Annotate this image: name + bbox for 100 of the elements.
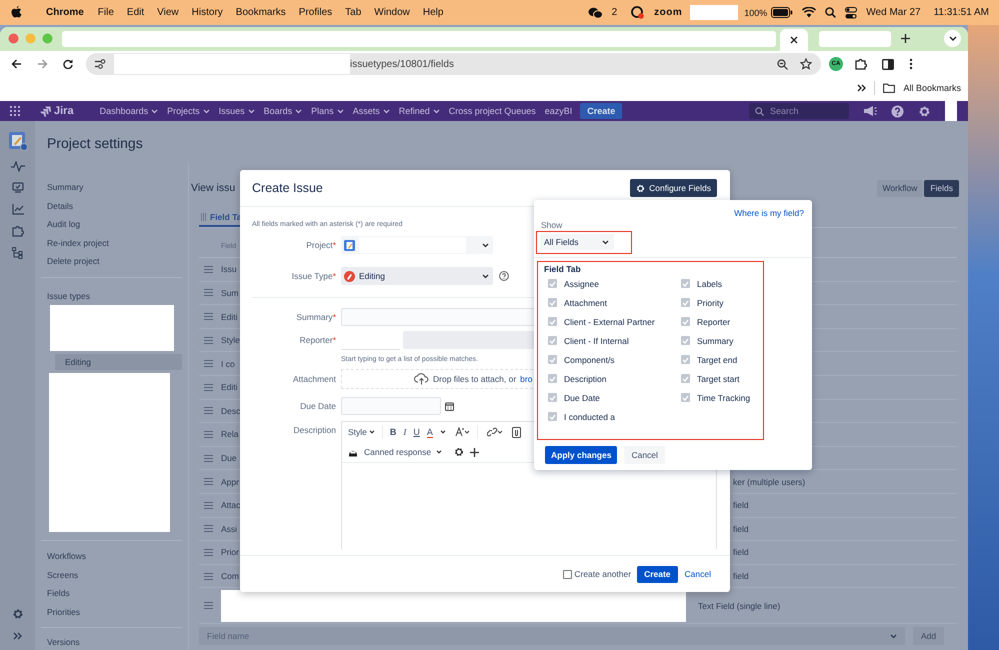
app-status-icon[interactable] [630, 6, 646, 19]
chevron-down-icon[interactable] [948, 36, 956, 42]
folder-icon[interactable] [883, 83, 896, 93]
sidebar-link[interactable]: Versions [47, 634, 188, 650]
site-settings-icon[interactable] [95, 59, 106, 70]
drag-handle-icon[interactable] [204, 478, 213, 486]
checkbox-label[interactable]: Client - External Partner [564, 316, 655, 326]
drag-handle-icon[interactable] [204, 572, 213, 580]
jira-logo-text[interactable]: Jira [54, 105, 74, 118]
megaphone-icon[interactable] [863, 105, 877, 118]
field-checkbox[interactable] [548, 298, 557, 307]
apple-icon[interactable] [11, 6, 22, 19]
field-checkbox[interactable] [681, 336, 690, 345]
search-icon[interactable] [825, 7, 836, 18]
checkbox-label[interactable]: Priority [697, 298, 724, 308]
close-icon[interactable] [790, 36, 798, 44]
drag-handle-icon[interactable] [204, 407, 213, 414]
settings-icon[interactable] [454, 447, 464, 457]
create-button[interactable]: Create [580, 103, 622, 120]
drag-handle-icon[interactable] [204, 336, 213, 344]
format-button[interactable]: U [413, 427, 420, 437]
expand-icon[interactable] [13, 632, 22, 640]
sidebar-link[interactable]: Delete project [47, 252, 188, 271]
menu-item[interactable]: Tab [345, 7, 362, 18]
settings-icon[interactable] [918, 104, 931, 118]
text-effects-icon[interactable] [454, 427, 470, 437]
field-checkbox[interactable] [548, 317, 557, 326]
nav-menu-item[interactable]: Issues [218, 106, 255, 116]
format-button[interactable]: I [403, 427, 406, 437]
drag-handle-icon[interactable] [204, 384, 213, 391]
sidebar-link[interactable]: Priorities [47, 602, 188, 622]
sidebar-link[interactable]: Audit log [47, 215, 188, 234]
sidebar-link[interactable]: Details [47, 196, 188, 216]
nav-menu-item[interactable]: Boards [264, 106, 302, 116]
control-center-icon[interactable] [845, 6, 858, 18]
project-avatar-icon[interactable] [8, 131, 28, 152]
drag-handle-icon[interactable] [204, 313, 213, 320]
battery-icon[interactable] [771, 7, 794, 18]
field-checkbox[interactable] [681, 317, 690, 326]
help-link[interactable]: Where is my field? [734, 208, 804, 218]
plus-icon[interactable] [470, 448, 480, 456]
menu-item[interactable]: Help [422, 7, 444, 18]
checkbox-label[interactable]: Due Date [564, 392, 600, 402]
menu-item[interactable]: Profiles [298, 7, 332, 18]
field-checkbox[interactable] [548, 336, 557, 345]
menu-item[interactable]: Window [374, 7, 410, 18]
checkbox-label[interactable]: Client - If Internal [564, 336, 629, 346]
checkbox-label[interactable]: Labels [697, 278, 722, 288]
puzzle-icon[interactable] [855, 58, 867, 70]
view-toggle-button[interactable]: Fields [924, 180, 959, 197]
jira-logo-icon[interactable] [40, 106, 51, 117]
help-icon[interactable] [891, 104, 904, 118]
drag-handle-icon[interactable] [204, 266, 213, 273]
zoom-out-icon[interactable] [777, 58, 788, 70]
show-select[interactable]: All Fields [540, 234, 614, 250]
menu-clock[interactable]: 11:31:51 AM [934, 7, 989, 18]
chat-bubbles-icon[interactable] [588, 6, 603, 18]
browser-tab[interactable] [780, 28, 808, 51]
new-tab-icon[interactable] [901, 34, 910, 44]
star-icon[interactable] [800, 58, 812, 70]
back-icon[interactable] [11, 59, 22, 70]
checkbox-label[interactable]: Target end [697, 354, 738, 364]
field-checkbox[interactable] [548, 355, 557, 364]
cancel-button[interactable]: Cancel [624, 446, 665, 464]
apply-changes-button[interactable]: Apply changes [545, 446, 618, 464]
menu-item[interactable]: Bookmarks [236, 7, 286, 18]
kebab-menu-icon[interactable] [909, 58, 913, 70]
checkbox-label[interactable]: Assignee [564, 278, 599, 288]
field-checkbox[interactable] [548, 412, 557, 421]
format-button[interactable]: B [390, 427, 396, 437]
menu-date[interactable]: Wed Mar 27 [866, 7, 921, 18]
field-checkbox[interactable] [681, 374, 690, 383]
menu-app-name[interactable]: Chrome [46, 7, 84, 18]
reload-icon[interactable] [63, 59, 73, 70]
field-checkbox[interactable] [681, 355, 690, 364]
canned-response-dropdown[interactable]: Canned response [364, 447, 442, 457]
help-icon[interactable] [499, 271, 509, 281]
checkbox-label[interactable]: I conducted a [564, 412, 616, 422]
url-field[interactable]: issuetypes/10801/fields [86, 53, 821, 76]
style-dropdown[interactable]: Style [348, 427, 375, 437]
zoom-status-text[interactable]: zoom [654, 7, 682, 18]
browse-link[interactable]: bro [520, 374, 532, 384]
due-date-input[interactable] [341, 397, 441, 415]
cancel-link[interactable]: Cancel [684, 569, 711, 579]
checkbox-label[interactable]: Time Tracking [697, 392, 750, 402]
drag-handle-icon[interactable] [204, 454, 213, 462]
hierarchy-icon[interactable] [12, 247, 23, 260]
checkbox-label[interactable]: Summary [697, 336, 734, 346]
drag-handle-icon[interactable] [204, 602, 213, 610]
issue-type-item[interactable]: Editing [55, 354, 182, 370]
sidebar-link[interactable]: Workflows [47, 547, 188, 566]
nav-menu-item[interactable]: eazyBI [544, 106, 572, 116]
menu-item[interactable]: Edit [126, 7, 144, 18]
configure-fields-button[interactable]: Configure Fields [630, 179, 717, 197]
search-field[interactable]: Search [749, 103, 849, 120]
attachment-icon[interactable] [512, 426, 521, 438]
nav-menu-item[interactable]: Refined [398, 106, 440, 116]
bookmark-folder[interactable]: All Bookmarks [903, 83, 961, 93]
field-checkbox[interactable] [681, 298, 690, 307]
sidebar-link[interactable]: Re-index project [47, 234, 188, 252]
